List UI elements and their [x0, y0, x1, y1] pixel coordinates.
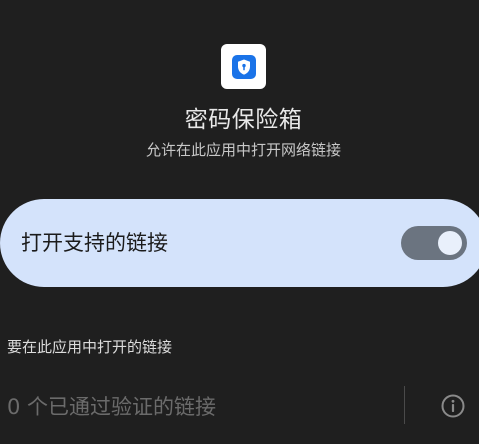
open-supported-links-switch[interactable]: [401, 226, 467, 260]
links-section-header: 要在此应用中打开的链接: [7, 338, 173, 356]
verified-links-count-text: 0 个已通过验证的链接: [7, 395, 217, 419]
row-divider: [404, 386, 405, 424]
verified-links-row[interactable]: 0 个已通过验证的链接: [0, 380, 479, 432]
switch-thumb: [438, 231, 462, 255]
app-subtitle: 允许在此应用中打开网络链接: [145, 141, 341, 159]
open-supported-links-label: 打开支持的链接: [21, 231, 168, 255]
password-vault-shield-icon: [231, 54, 256, 79]
info-button[interactable]: [440, 393, 466, 419]
app-name: 密码保险箱: [184, 107, 303, 133]
app-icon: [221, 44, 266, 89]
info-icon: [441, 394, 465, 418]
